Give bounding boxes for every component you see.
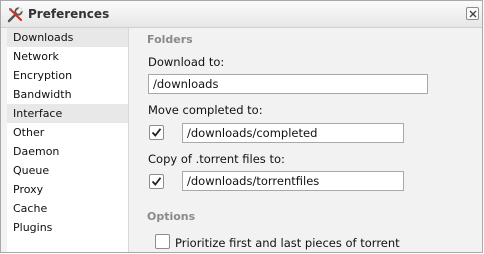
options-section-title: Options: [147, 210, 196, 223]
copy-torrent-label: Copy of .torrent files to:: [148, 152, 285, 166]
close-button[interactable]: [466, 7, 479, 20]
download-to-label: Download to:: [148, 55, 225, 69]
prioritize-label[interactable]: Prioritize first and last pieces of torr…: [175, 236, 400, 250]
title-bar[interactable]: Preferences: [1, 1, 482, 28]
copy-torrent-checkbox[interactable]: [149, 174, 164, 189]
sidebar-item-other[interactable]: Other: [7, 123, 128, 142]
sidebar-item-cache[interactable]: Cache: [7, 199, 128, 218]
sidebar-item-bandwidth[interactable]: Bandwidth: [7, 85, 128, 104]
sidebar-item-proxy[interactable]: Proxy: [7, 180, 128, 199]
sidebar-item-daemon[interactable]: Daemon: [7, 142, 128, 161]
copy-torrent-input[interactable]: /downloads/torrentfiles: [182, 171, 404, 191]
download-to-input[interactable]: /downloads: [148, 74, 428, 94]
tools-icon: [7, 6, 24, 23]
move-completed-input[interactable]: /downloads/completed: [182, 123, 404, 143]
sidebar-item-downloads[interactable]: Downloads: [7, 28, 128, 47]
downloads-panel: Folders Download to: /downloads Move com…: [135, 28, 480, 252]
sidebar-item-plugins[interactable]: Plugins: [7, 218, 128, 237]
checkmark-icon: [151, 177, 162, 186]
close-icon: [469, 10, 477, 18]
move-completed-label: Move completed to:: [148, 103, 263, 117]
sidebar-item-network[interactable]: Network: [7, 47, 128, 66]
checkmark-icon: [151, 128, 162, 137]
folders-section-title: Folders: [147, 33, 193, 46]
category-list: Downloads Network Encryption Bandwidth I…: [7, 28, 129, 252]
sidebar-item-queue[interactable]: Queue: [7, 161, 128, 180]
sidebar-item-encryption[interactable]: Encryption: [7, 66, 128, 85]
window-title: Preferences: [28, 7, 110, 21]
prioritize-checkbox[interactable]: [155, 234, 170, 249]
preferences-window: Preferences Downloads Network Encryption…: [0, 0, 483, 253]
sidebar-item-interface[interactable]: Interface: [7, 104, 128, 123]
move-completed-checkbox[interactable]: [149, 125, 164, 140]
